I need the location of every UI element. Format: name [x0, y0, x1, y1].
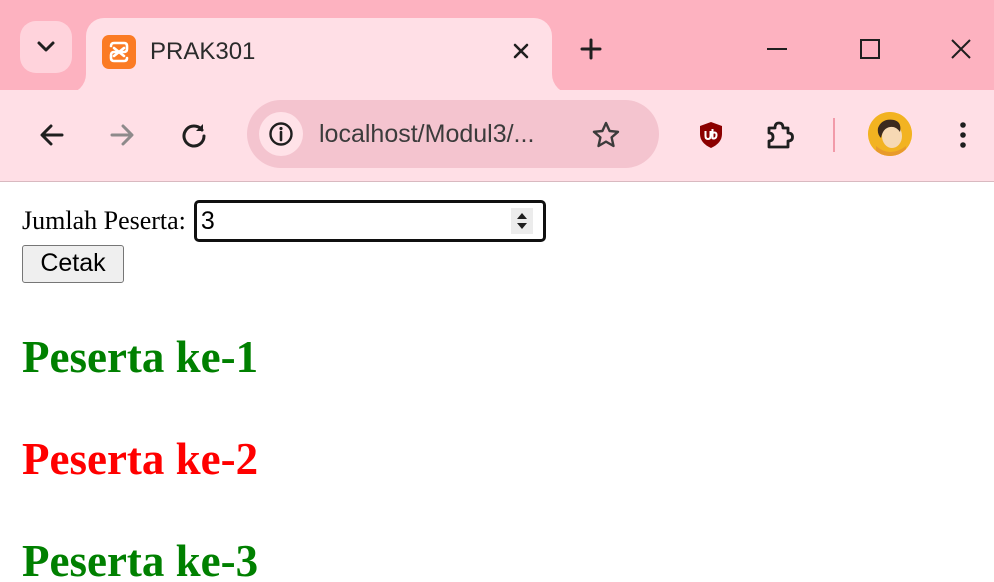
- close-icon: [951, 39, 971, 59]
- browser-window: PRAK301 localhost/Modul3/... Jumlah Pese…: [0, 0, 994, 582]
- tab-close-button[interactable]: [504, 34, 538, 68]
- close-icon: [513, 43, 529, 59]
- participant-count-label: Jumlah Peserta:: [22, 206, 186, 235]
- maximize-button[interactable]: [845, 24, 895, 74]
- minimize-button[interactable]: [752, 24, 802, 74]
- address-bar[interactable]: localhost/Modul3/...: [247, 100, 659, 168]
- star-icon: [592, 121, 620, 148]
- url-text: localhost/Modul3/...: [319, 120, 535, 148]
- site-info-button[interactable]: [259, 112, 303, 156]
- participant-count-input[interactable]: 3: [193, 200, 546, 242]
- plus-icon: [580, 38, 602, 60]
- puzzle-icon: [767, 121, 794, 149]
- page-content: Jumlah Peserta: 3 Cetak Peserta ke-1 Pes…: [0, 183, 994, 582]
- reload-icon: [182, 124, 206, 148]
- ublock-extension-button[interactable]: [686, 110, 736, 160]
- browser-menu-button[interactable]: [938, 110, 988, 160]
- tab-search-button[interactable]: [20, 21, 72, 73]
- maximize-icon: [860, 39, 880, 59]
- participant-heading-1: Peserta ke-1: [22, 332, 259, 382]
- toolbar-divider: [833, 118, 835, 152]
- tab-strip: PRAK301: [0, 0, 994, 94]
- participant-form: Jumlah Peserta: 3: [22, 199, 546, 243]
- extensions-button[interactable]: [754, 110, 804, 160]
- arrow-right-icon: [110, 124, 134, 146]
- print-button[interactable]: Cetak: [22, 245, 124, 283]
- browser-toolbar: localhost/Modul3/...: [0, 90, 994, 182]
- profile-avatar[interactable]: [868, 112, 912, 156]
- reload-button[interactable]: [169, 110, 219, 160]
- arrow-left-icon: [40, 124, 64, 146]
- ublock-shield-icon: [700, 122, 722, 148]
- tab-prak301[interactable]: PRAK301: [86, 18, 552, 94]
- bookmark-button[interactable]: [585, 114, 627, 156]
- close-window-button[interactable]: [936, 24, 986, 74]
- forward-button[interactable]: [97, 110, 147, 160]
- participant-count-value: 3: [200, 207, 215, 235]
- new-tab-button[interactable]: [571, 29, 611, 69]
- participant-heading-2: Peserta ke-2: [22, 434, 259, 484]
- chevron-down-icon: [37, 41, 55, 52]
- more-vertical-icon: [960, 122, 966, 148]
- tab-title: PRAK301: [150, 38, 256, 65]
- info-icon: [269, 122, 293, 146]
- avatar-icon: [868, 112, 912, 156]
- xampp-icon: [102, 35, 136, 69]
- number-spinner[interactable]: [510, 208, 533, 234]
- spinner-arrows-icon: [516, 213, 527, 229]
- minimize-icon: [767, 48, 787, 50]
- back-button[interactable]: [27, 110, 77, 160]
- participant-heading-3: Peserta ke-3: [22, 536, 259, 582]
